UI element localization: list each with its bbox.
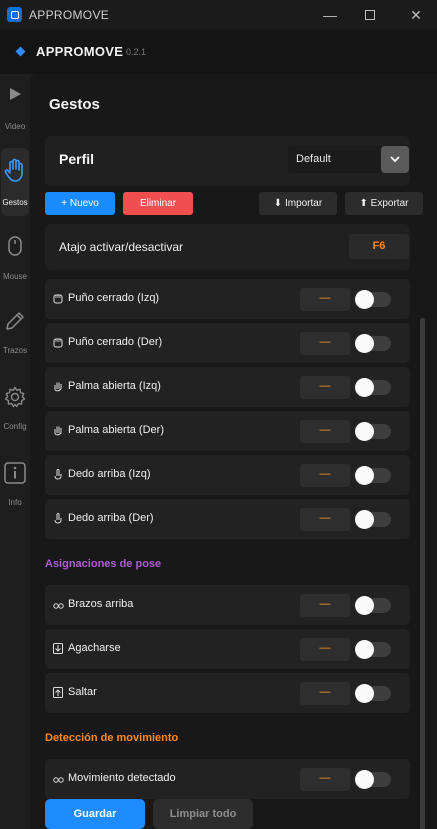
palm-icon (54, 426, 62, 436)
scrollbar[interactable] (420, 318, 425, 829)
gesture-row: Dedo arriba (Der) — (45, 499, 410, 539)
chevron-down-icon[interactable] (381, 146, 409, 173)
shortcut-label: Atajo activar/desactivar (59, 240, 184, 254)
sidebar-item-info[interactable]: Info (0, 450, 30, 518)
pencil-icon (0, 310, 30, 332)
gesture-row: Puño cerrado (Der) — (45, 323, 410, 363)
gear-icon (0, 386, 30, 408)
gesture-label: Palma abierta (Izq) (68, 380, 161, 392)
pose-toggle[interactable] (355, 596, 391, 615)
save-button[interactable]: Guardar (45, 799, 145, 829)
window-titlebar: APPROMOVE — ✕ (0, 0, 437, 30)
play-icon (0, 86, 30, 102)
page-title: Gestos (49, 96, 100, 113)
gesture-label: Puño cerrado (Izq) (68, 292, 160, 304)
gesture-toggle[interactable] (355, 422, 391, 441)
motion-section-title: Detección de movimiento (45, 732, 179, 744)
sidebar-item-label: Trazos (2, 346, 28, 355)
sidebar-item-label: Mouse (2, 272, 27, 281)
pose-toggle[interactable] (355, 640, 391, 659)
gesture-toggle[interactable] (355, 510, 391, 529)
shortcut-key-field[interactable]: F6 (349, 234, 409, 259)
gesture-label: Dedo arriba (Izq) (68, 468, 151, 480)
arrow-up-icon (53, 687, 63, 698)
pose-key-field[interactable]: — (300, 594, 350, 617)
sidebar-item-video[interactable]: Video (0, 74, 30, 142)
sidebar-item-label: Info (8, 498, 22, 507)
palm-icon (54, 382, 62, 392)
pose-label: Agacharse (68, 642, 121, 654)
sidebar: Video Gestos Mouse Trazos Config Info (0, 74, 30, 829)
app-name: APPROMOVE (36, 44, 124, 59)
pose-row: Saltar — (45, 673, 410, 713)
gesture-toggle[interactable] (355, 378, 391, 397)
sidebar-item-trazos[interactable]: Trazos (0, 298, 30, 366)
gesture-key-field[interactable]: — (300, 508, 350, 531)
new-profile-button[interactable]: + Nuevo (45, 192, 115, 215)
pose-row: Agacharse — (45, 629, 410, 669)
finger-up-icon (54, 513, 62, 524)
sidebar-item-mouse[interactable]: Mouse (0, 224, 30, 292)
arms-up-icon (53, 603, 64, 609)
fist-icon (53, 294, 63, 304)
gesture-row: Dedo arriba (Izq) — (45, 455, 410, 495)
shortcut-card: Atajo activar/desactivar F6 (45, 224, 410, 270)
mouse-icon (0, 236, 30, 256)
profile-label: Perfil (59, 151, 95, 167)
gesture-key-field[interactable]: — (300, 376, 350, 399)
close-button[interactable]: ✕ (406, 5, 426, 25)
app-logo-icon (7, 7, 22, 22)
gesture-toggle[interactable] (355, 290, 391, 309)
pose-toggle[interactable] (355, 684, 391, 703)
main-content: Gestos Perfil Default + Nuevo Eliminar ⬇… (30, 74, 437, 829)
gesture-label: Puño cerrado (Der) (68, 336, 163, 348)
gesture-key-field[interactable]: — (300, 332, 350, 355)
sidebar-item-gestos[interactable]: Gestos (1, 148, 29, 216)
delete-profile-button[interactable]: Eliminar (123, 192, 193, 215)
gesture-key-field[interactable]: — (300, 420, 350, 443)
app-version: 0.2.1 (126, 47, 147, 57)
footer-bar: Guardar Limpiar todo (30, 783, 437, 829)
app-header: APPROMOVE 0.2.1 (0, 30, 437, 74)
pose-label: Brazos arriba (68, 598, 134, 610)
pose-key-field[interactable]: — (300, 638, 350, 661)
gesture-row: Palma abierta (Izq) — (45, 367, 410, 407)
gesture-key-field[interactable]: — (300, 464, 350, 487)
pose-key-field[interactable]: — (300, 682, 350, 705)
sidebar-item-label: Video (4, 122, 26, 131)
pose-label: Saltar (68, 686, 97, 698)
maximize-button[interactable] (360, 5, 380, 25)
gesture-toggle[interactable] (355, 466, 391, 485)
minimize-button[interactable]: — (320, 5, 340, 25)
sidebar-item-label: Gestos (2, 198, 28, 207)
profile-select-value: Default (296, 153, 331, 165)
gesture-toggle[interactable] (355, 334, 391, 353)
brand-diamond-icon (15, 46, 26, 57)
gesture-row: Puño cerrado (Izq) — (45, 279, 410, 319)
sidebar-item-label: Config (3, 422, 27, 431)
arrow-down-icon (53, 643, 63, 654)
sidebar-item-config[interactable]: Config (0, 374, 30, 442)
window-title: APPROMOVE (29, 8, 110, 22)
hand-icon (1, 158, 29, 182)
finger-up-icon (54, 469, 62, 480)
profile-select[interactable]: Default (288, 146, 409, 173)
pose-row: Brazos arriba — (45, 585, 410, 625)
info-icon (0, 462, 30, 484)
gesture-key-field[interactable]: — (300, 288, 350, 311)
gesture-label: Palma abierta (Der) (68, 424, 164, 436)
maximize-icon (365, 10, 375, 20)
gesture-label: Dedo arriba (Der) (68, 512, 154, 524)
gesture-row: Palma abierta (Der) — (45, 411, 410, 451)
fist-icon (53, 338, 63, 348)
import-button[interactable]: ⬇ Importar (259, 192, 337, 215)
pose-section-title: Asignaciones de pose (45, 558, 162, 570)
export-button[interactable]: ⬆ Exportar (345, 192, 423, 215)
clear-all-button[interactable]: Limpiar todo (153, 799, 253, 829)
